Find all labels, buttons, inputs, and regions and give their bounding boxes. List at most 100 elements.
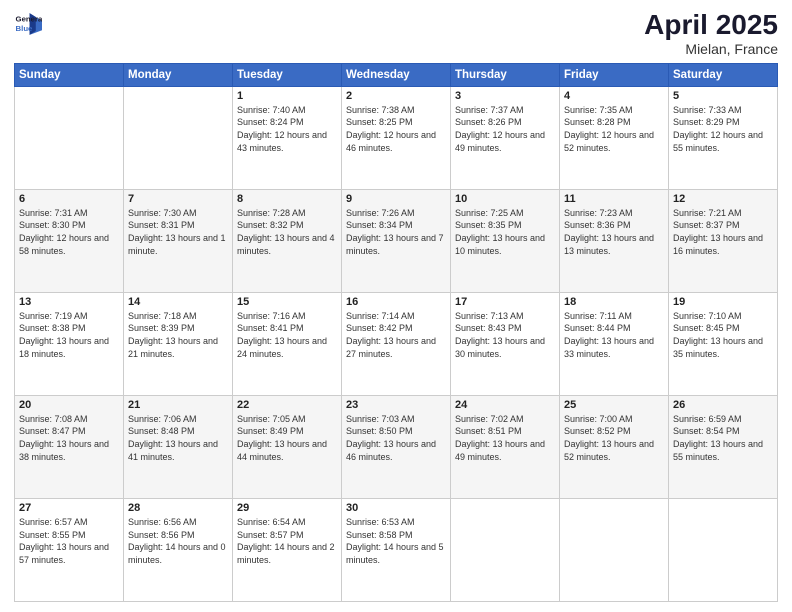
day-info: Sunrise: 7:19 AM Sunset: 8:38 PM Dayligh… [19,310,119,360]
day-number: 10 [455,193,555,205]
table-cell: 9 Sunrise: 7:26 AM Sunset: 8:34 PM Daylig… [342,189,451,292]
table-cell [669,498,778,601]
table-cell: 25Sunrise: 7:00 AM Sunset: 8:52 PM Dayli… [560,395,669,498]
day-info: Sunrise: 7:38 AM Sunset: 8:25 PM Dayligh… [346,104,446,154]
table-cell: 14Sunrise: 7:18 AM Sunset: 8:39 PM Dayli… [124,292,233,395]
table-cell: 26 Sunrise: 6:59 AM Sunset: 8:54 PM Dayli… [669,395,778,498]
day-info: Sunrise: 7:08 AM Sunset: 8:47 PM Dayligh… [19,413,119,463]
calendar-subtitle: Mielan, France [644,41,778,57]
day-number: 27 [19,502,119,514]
col-sunday: Sunday [15,63,124,86]
week-row-3: 13 Sunrise: 7:19 AM Sunset: 8:38 PM Dayli… [15,292,778,395]
table-cell [15,86,124,189]
day-number: 2 [346,90,446,102]
week-row-5: 27 Sunrise: 6:57 AM Sunset: 8:55 PM Dayli… [15,498,778,601]
day-info: Sunrise: 7:21 AM Sunset: 8:37 PM Dayligh… [673,207,773,257]
header: General Blue April 2025 Mielan, France [14,10,778,57]
col-friday: Friday [560,63,669,86]
day-number: 25 [564,399,664,411]
calendar-table: Sunday Monday Tuesday Wednesday Thursday… [14,63,778,602]
table-cell: 18 Sunrise: 7:11 AM Sunset: 8:44 PM Dayli… [560,292,669,395]
day-info: Sunrise: 6:59 AM Sunset: 8:54 PM Dayligh… [673,413,773,463]
table-cell: 7Sunrise: 7:30 AM Sunset: 8:31 PM Daylig… [124,189,233,292]
day-info: Sunrise: 6:56 AM Sunset: 8:56 PM Dayligh… [128,516,228,566]
day-number: 30 [346,502,446,514]
day-number: 15 [237,296,337,308]
table-cell: 15 Sunrise: 7:16 AM Sunset: 8:41 PM Dayli… [233,292,342,395]
table-cell: 29 Sunrise: 6:54 AM Sunset: 8:57 PM Dayli… [233,498,342,601]
table-cell: 3 Sunrise: 7:37 AM Sunset: 8:26 PM Daylig… [451,86,560,189]
day-number: 21 [128,399,228,411]
day-info: Sunrise: 7:26 AM Sunset: 8:34 PM Dayligh… [346,207,446,257]
col-monday: Monday [124,63,233,86]
col-wednesday: Wednesday [342,63,451,86]
day-number: 14 [128,296,228,308]
table-cell: 20 Sunrise: 7:08 AM Sunset: 8:47 PM Dayli… [15,395,124,498]
day-info: Sunrise: 7:11 AM Sunset: 8:44 PM Dayligh… [564,310,664,360]
day-info: Sunrise: 7:16 AM Sunset: 8:41 PM Dayligh… [237,310,337,360]
day-number: 29 [237,502,337,514]
day-number: 7 [128,193,228,205]
day-info: Sunrise: 7:28 AM Sunset: 8:32 PM Dayligh… [237,207,337,257]
day-number: 28 [128,502,228,514]
day-info: Sunrise: 7:10 AM Sunset: 8:45 PM Dayligh… [673,310,773,360]
day-number: 13 [19,296,119,308]
table-cell [124,86,233,189]
day-info: Sunrise: 6:54 AM Sunset: 8:57 PM Dayligh… [237,516,337,566]
day-info: Sunrise: 7:03 AM Sunset: 8:50 PM Dayligh… [346,413,446,463]
table-cell: 19 Sunrise: 7:10 AM Sunset: 8:45 PM Dayli… [669,292,778,395]
table-cell: 11Sunrise: 7:23 AM Sunset: 8:36 PM Dayli… [560,189,669,292]
day-info: Sunrise: 6:53 AM Sunset: 8:58 PM Dayligh… [346,516,446,566]
table-cell: 4 Sunrise: 7:35 AM Sunset: 8:28 PM Daylig… [560,86,669,189]
day-number: 22 [237,399,337,411]
day-info: Sunrise: 7:02 AM Sunset: 8:51 PM Dayligh… [455,413,555,463]
table-cell: 30 Sunrise: 6:53 AM Sunset: 8:58 PM Dayli… [342,498,451,601]
day-info: Sunrise: 6:57 AM Sunset: 8:55 PM Dayligh… [19,516,119,566]
day-info: Sunrise: 7:37 AM Sunset: 8:26 PM Dayligh… [455,104,555,154]
day-info: Sunrise: 7:33 AM Sunset: 8:29 PM Dayligh… [673,104,773,154]
day-number: 24 [455,399,555,411]
table-cell: 8 Sunrise: 7:28 AM Sunset: 8:32 PM Daylig… [233,189,342,292]
day-number: 6 [19,193,119,205]
col-thursday: Thursday [451,63,560,86]
table-cell: 10Sunrise: 7:25 AM Sunset: 8:35 PM Dayli… [451,189,560,292]
day-info: Sunrise: 7:35 AM Sunset: 8:28 PM Dayligh… [564,104,664,154]
calendar-title: April 2025 [644,10,778,41]
week-row-4: 20 Sunrise: 7:08 AM Sunset: 8:47 PM Dayli… [15,395,778,498]
day-info: Sunrise: 7:31 AM Sunset: 8:30 PM Dayligh… [19,207,119,257]
table-cell: 22 Sunrise: 7:05 AM Sunset: 8:49 PM Dayli… [233,395,342,498]
day-info: Sunrise: 7:14 AM Sunset: 8:42 PM Dayligh… [346,310,446,360]
table-cell: 6 Sunrise: 7:31 AM Sunset: 8:30 PM Daylig… [15,189,124,292]
col-tuesday: Tuesday [233,63,342,86]
svg-text:General: General [16,15,42,24]
page: General Blue April 2025 Mielan, France S… [0,0,792,612]
day-number: 3 [455,90,555,102]
table-cell: 12Sunrise: 7:21 AM Sunset: 8:37 PM Dayli… [669,189,778,292]
day-number: 18 [564,296,664,308]
day-number: 20 [19,399,119,411]
day-number: 26 [673,399,773,411]
table-cell: 23 Sunrise: 7:03 AM Sunset: 8:50 PM Dayli… [342,395,451,498]
day-number: 4 [564,90,664,102]
table-cell: 13 Sunrise: 7:19 AM Sunset: 8:38 PM Dayli… [15,292,124,395]
day-number: 8 [237,193,337,205]
day-number: 19 [673,296,773,308]
day-info: Sunrise: 7:05 AM Sunset: 8:49 PM Dayligh… [237,413,337,463]
table-cell [451,498,560,601]
table-cell: 28 Sunrise: 6:56 AM Sunset: 8:56 PM Dayli… [124,498,233,601]
svg-text:Blue: Blue [16,24,34,33]
day-number: 16 [346,296,446,308]
week-row-1: 1 Sunrise: 7:40 AM Sunset: 8:24 PM Daylig… [15,86,778,189]
day-number: 23 [346,399,446,411]
day-number: 17 [455,296,555,308]
table-cell: 16 Sunrise: 7:14 AM Sunset: 8:42 PM Dayli… [342,292,451,395]
table-cell: 1 Sunrise: 7:40 AM Sunset: 8:24 PM Daylig… [233,86,342,189]
day-info: Sunrise: 7:40 AM Sunset: 8:24 PM Dayligh… [237,104,337,154]
table-cell [560,498,669,601]
day-info: Sunrise: 7:06 AM Sunset: 8:48 PM Dayligh… [128,413,228,463]
table-cell: 21 Sunrise: 7:06 AM Sunset: 8:48 PM Dayli… [124,395,233,498]
day-info: Sunrise: 7:23 AM Sunset: 8:36 PM Dayligh… [564,207,664,257]
table-cell: 27 Sunrise: 6:57 AM Sunset: 8:55 PM Dayli… [15,498,124,601]
day-number: 1 [237,90,337,102]
day-number: 9 [346,193,446,205]
